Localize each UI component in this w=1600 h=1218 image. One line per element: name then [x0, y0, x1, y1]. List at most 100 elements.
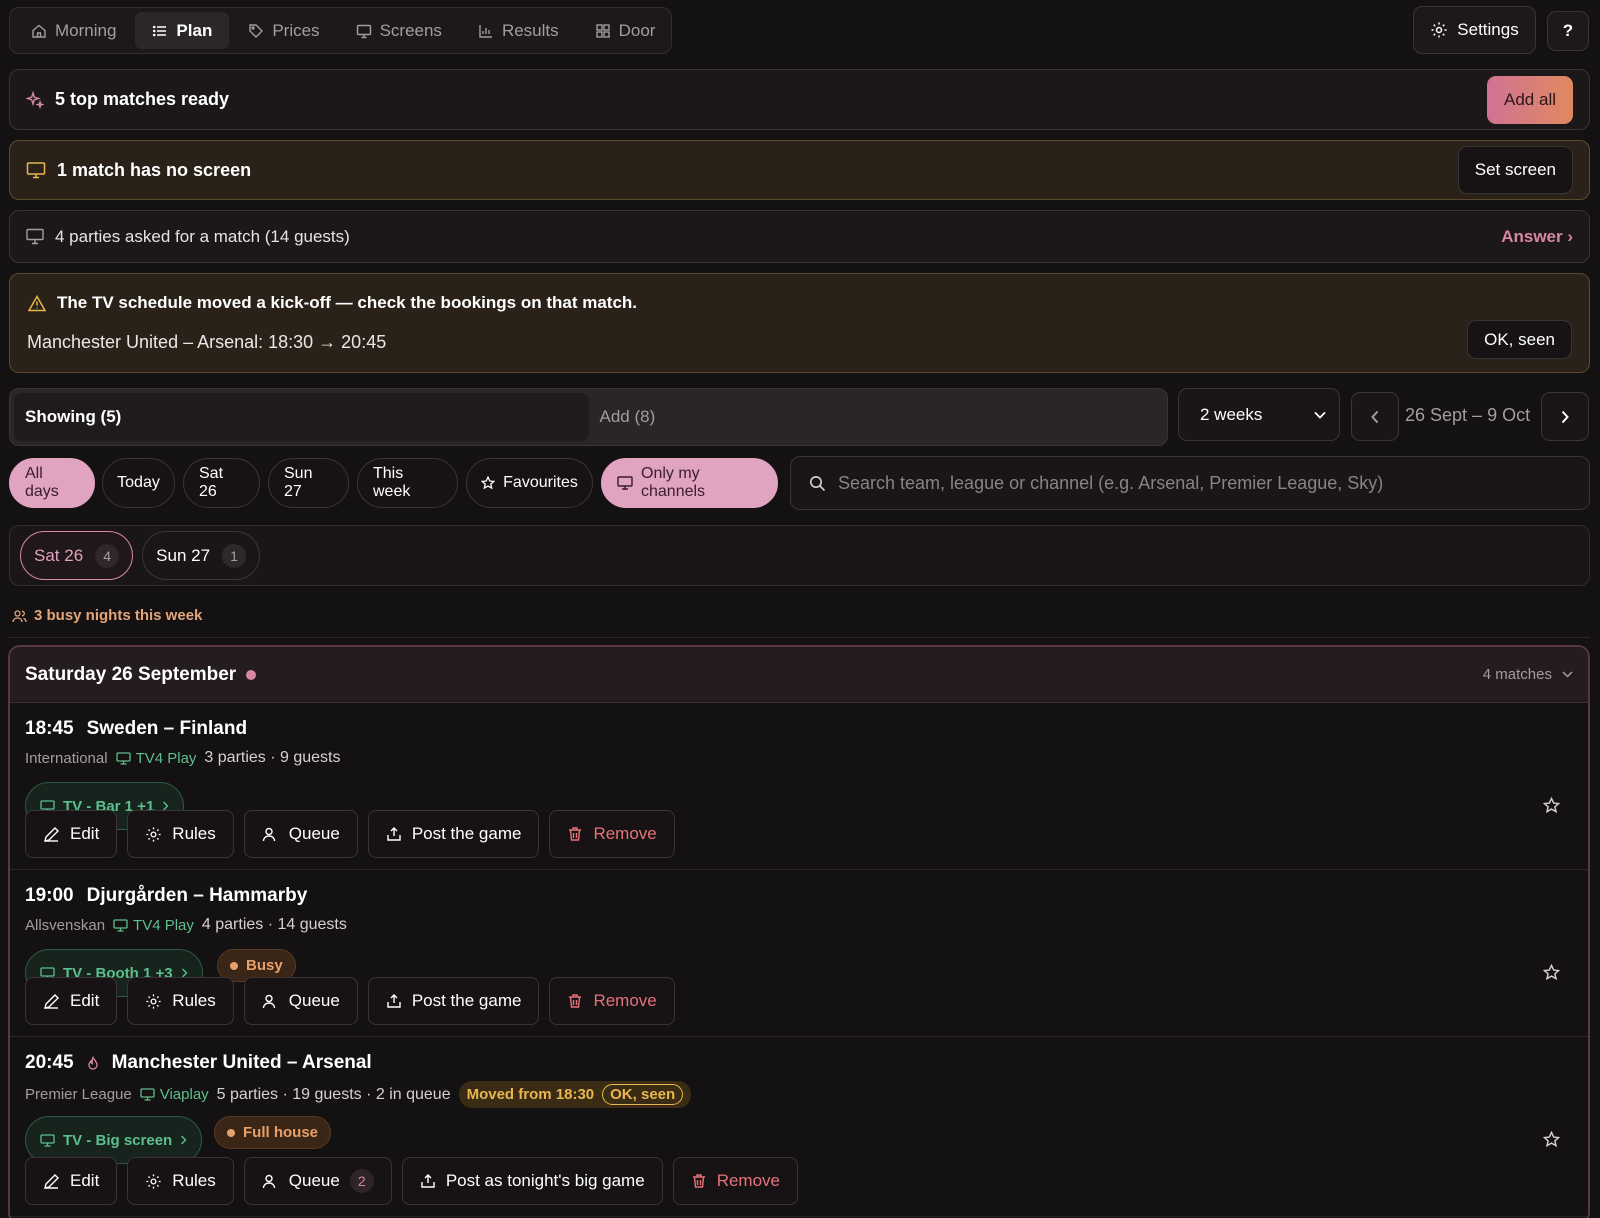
tag-icon — [248, 23, 264, 39]
set-screen-button[interactable]: Set screen — [1457, 146, 1573, 194]
favourite-star-icon[interactable] — [1543, 797, 1560, 814]
bar-chart-icon — [478, 23, 494, 39]
queue-button[interactable]: Queue — [243, 810, 358, 858]
tab-screens[interactable]: Screens — [339, 12, 459, 49]
match-time: 18:45 — [25, 718, 74, 739]
chip-all-days[interactable]: All days — [9, 458, 95, 508]
action-label: Queue — [288, 824, 340, 843]
post-game-button[interactable]: Post the game — [367, 977, 540, 1025]
edit-button[interactable]: Edit — [25, 1157, 118, 1205]
remove-button[interactable]: Remove — [549, 810, 675, 858]
tab-label: Morning — [55, 20, 117, 40]
action-label: Edit — [70, 991, 100, 1010]
tab-results[interactable]: Results — [461, 12, 576, 49]
action-label: Post as tonight's big game — [445, 1171, 645, 1190]
favourite-star-icon[interactable] — [1543, 964, 1560, 981]
day-tab-sun-27[interactable]: Sun 27 1 — [142, 531, 261, 580]
channel-label: Viaplay — [140, 1086, 209, 1103]
day-tab-count: 4 — [95, 543, 120, 568]
grid-icon — [595, 23, 611, 39]
no-screen-text: 1 match has no screen — [57, 159, 252, 180]
chip-favourites[interactable]: Favourites — [466, 458, 593, 508]
schedule-change-banner: The TV schedule moved a kick-off — check… — [9, 273, 1590, 373]
next-range-button[interactable] — [1541, 392, 1589, 441]
search-input[interactable] — [838, 472, 1571, 494]
busy-nights-note: 3 busy nights this week — [12, 607, 202, 624]
settings-button[interactable]: Settings — [1413, 6, 1536, 54]
flame-icon — [87, 1055, 99, 1071]
status-dot — [227, 1128, 235, 1137]
chip-sun-27[interactable]: Sun 27 — [268, 458, 349, 508]
day-header[interactable]: Saturday 26 September 4 matches — [10, 647, 1588, 703]
channel-name: TV4 Play — [135, 749, 197, 767]
action-label: Edit — [70, 824, 100, 843]
day-tab-label: Sat 26 — [34, 545, 84, 565]
trash-icon — [567, 993, 583, 1009]
edit-button[interactable]: Edit — [25, 810, 118, 858]
divider — [9, 637, 1590, 638]
post-big-game-button[interactable]: Post as tonight's big game — [401, 1157, 663, 1205]
tab-plan[interactable]: Plan — [135, 12, 230, 49]
league-label: International — [25, 749, 108, 767]
pencil-icon — [43, 1173, 60, 1190]
moved-badge: Moved from 18:30 OK, seen — [458, 1081, 692, 1108]
day-tab-count: 1 — [222, 543, 247, 568]
trash-icon — [691, 1173, 707, 1189]
edit-button[interactable]: Edit — [25, 977, 118, 1025]
answer-link[interactable]: Answer › — [1501, 227, 1573, 247]
queue-button[interactable]: Queue 2 — [243, 1157, 392, 1205]
chip-only-my-channels[interactable]: Only my channels — [601, 458, 778, 508]
tab-door[interactable]: Door — [578, 12, 673, 49]
rules-button[interactable]: Rules — [127, 1157, 234, 1205]
tab-prices[interactable]: Prices — [231, 12, 336, 49]
showing-tab[interactable]: Showing (5) — [14, 393, 589, 441]
day-tab-label: Sun 27 — [156, 545, 211, 565]
match-actions: Edit Rules Queue Post the game Remove — [25, 977, 675, 1025]
screen-label: TV - Big screen — [63, 1131, 173, 1149]
monitor-icon — [26, 161, 46, 179]
moved-ok-badge[interactable]: OK, seen — [602, 1084, 684, 1105]
users-icon — [12, 609, 27, 623]
add-all-button[interactable]: Add all — [1487, 75, 1573, 124]
prev-range-button[interactable] — [1351, 392, 1399, 441]
action-label: Queue — [288, 1171, 340, 1190]
action-label: Post the game — [411, 824, 522, 843]
chevron-down-icon — [1562, 671, 1573, 678]
league-label: Allsvenskan — [25, 916, 106, 934]
chip-today[interactable]: Today — [102, 458, 175, 508]
remove-button[interactable]: Remove — [672, 1157, 798, 1205]
ok-seen-button[interactable]: OK, seen — [1467, 320, 1572, 359]
user-icon — [262, 826, 279, 843]
gear-icon — [145, 1173, 162, 1190]
action-label: Remove — [593, 824, 657, 843]
chevron-down-icon — [1314, 411, 1326, 419]
remove-button[interactable]: Remove — [549, 977, 675, 1025]
queue-button[interactable]: Queue — [243, 977, 358, 1025]
post-game-button[interactable]: Post the game — [367, 810, 540, 858]
pencil-icon — [43, 993, 60, 1010]
match-name: Manchester United – Arsenal — [111, 1052, 372, 1073]
tab-morning[interactable]: Morning — [14, 12, 133, 49]
chip-this-week[interactable]: This week — [357, 458, 458, 508]
tab-label: Screens — [379, 20, 442, 40]
day-match-count: 4 matches — [1483, 666, 1573, 683]
top-matches-banner: 5 top matches ready Add all — [9, 69, 1590, 130]
monitor-icon — [115, 751, 131, 765]
share-icon — [386, 993, 402, 1009]
status-label: Busy — [246, 957, 283, 974]
match-title: 18:45 Sweden – Finland — [25, 718, 247, 740]
match-name: Sweden – Finland — [86, 718, 248, 739]
match-title: 19:00 Djurgården – Hammarby — [25, 885, 307, 907]
chip-sat-26[interactable]: Sat 26 — [183, 458, 260, 508]
match-stats: 3 parties · 9 guests — [204, 749, 341, 766]
match-stats: 4 parties · 14 guests — [201, 916, 347, 933]
day-tab-sat-26[interactable]: Sat 26 4 — [20, 531, 134, 580]
rules-button[interactable]: Rules — [127, 810, 234, 858]
range-select[interactable]: 2 weeks — [1178, 388, 1340, 441]
rules-button[interactable]: Rules — [127, 977, 234, 1025]
favourite-star-icon[interactable] — [1543, 1131, 1560, 1148]
busy-nights-text: 3 busy nights this week — [34, 607, 203, 624]
help-button[interactable]: ? — [1547, 11, 1589, 51]
requests-text: 4 parties asked for a match (14 guests) — [55, 226, 350, 246]
add-tab[interactable]: Add (8) — [589, 393, 1164, 441]
